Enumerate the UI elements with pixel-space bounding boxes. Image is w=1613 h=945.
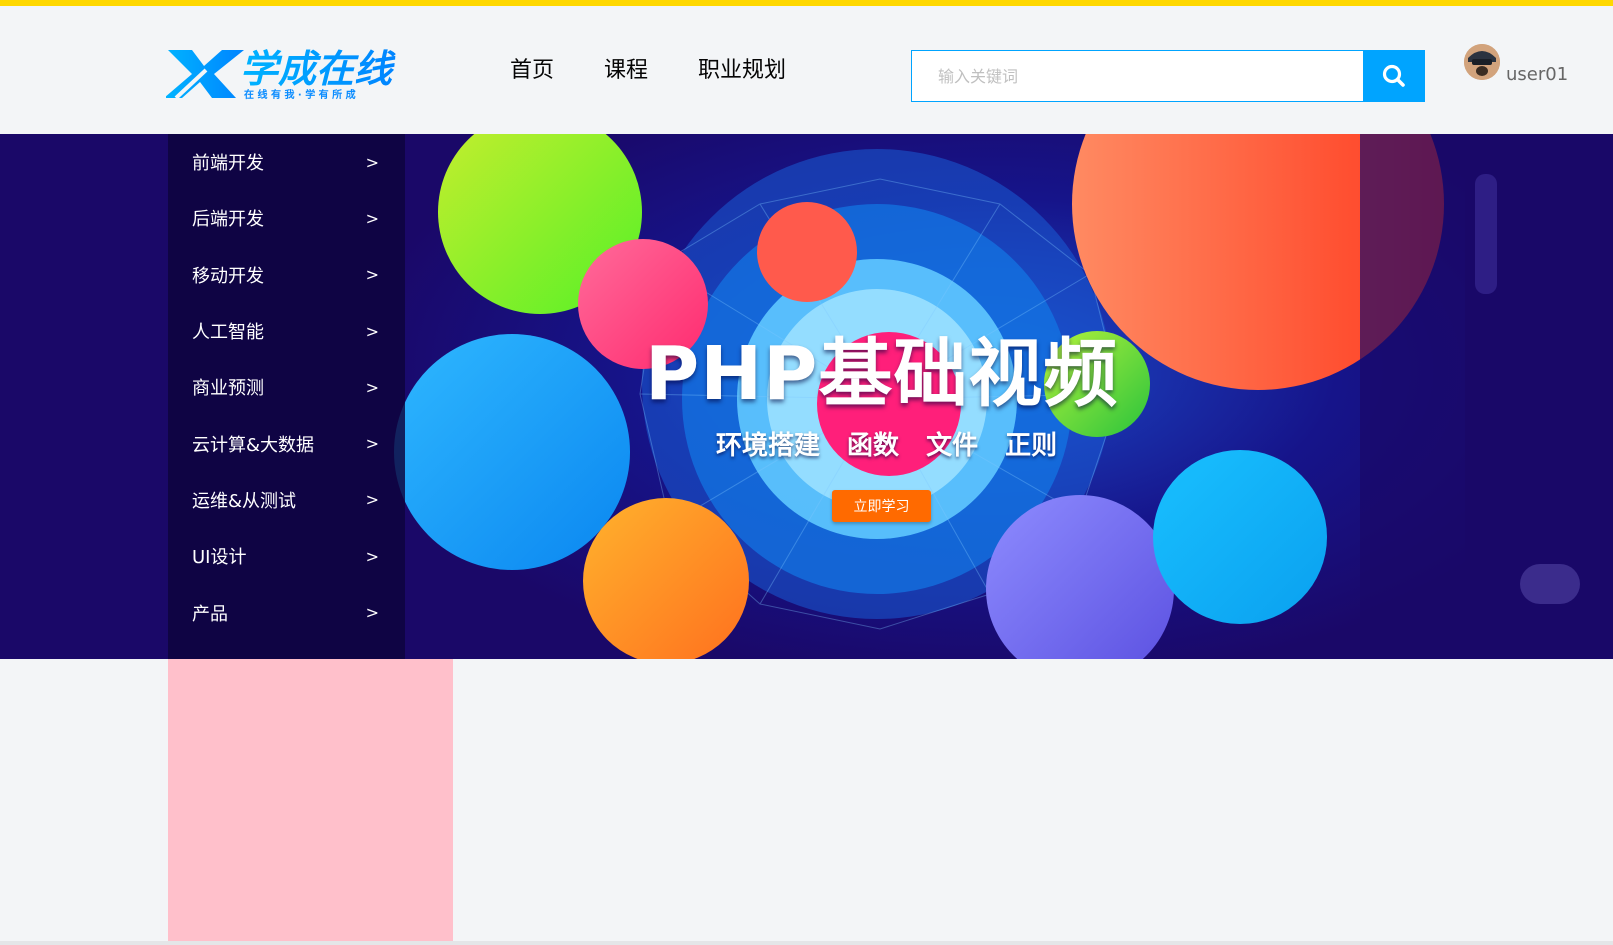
search-bar [911,50,1425,102]
logo-main-text: 学成在线 [240,47,396,91]
banner-subtitle: 环境搭建 函数 文件 正则 [716,431,1058,461]
sidebar-item-frontend[interactable]: 前端开发 > [168,134,405,190]
chevron-right-icon: > [365,265,379,285]
search-icon [1382,64,1405,87]
avatar-icon[interactable] [1464,44,1500,80]
sidebar-item-cloud-bigdata[interactable]: 云计算&大数据 > [168,415,405,471]
category-sidebar: 前端开发 > 后端开发 > 移动开发 > 人工智能 > 商业预测 > 云计算&大数据 > 运… [168,134,405,659]
sidebar-item-business-forecast[interactable]: 商业预测 > [168,359,405,415]
site-header: 学成在线 在 线 有 我 · 学 有 所 成 首页 课程 职业规划 user01 [0,6,1613,134]
site-logo[interactable]: 学成在线 在 线 有 我 · 学 有 所 成 [164,44,411,102]
search-button[interactable] [1363,50,1425,102]
sidebar-item-label: 商业预测 [192,378,264,400]
sidebar-item-ui-design[interactable]: UI设计 > [168,528,405,584]
sidebar-item-label: 移动开发 [192,265,264,287]
logo-graphic: 学成在线 在 线 有 我 · 学 有 所 成 [164,47,396,101]
sidebar-item-label: 后端开发 [192,209,264,231]
chevron-right-icon: > [365,152,379,172]
start-learning-button[interactable]: 立即学习 [832,490,931,522]
logo-slogan-text: 在 线 有 我 · 学 有 所 成 [244,88,356,101]
sidebar-item-label: UI设计 [192,547,247,569]
sidebar-item-backend[interactable]: 后端开发 > [168,190,405,246]
main-nav: 首页 课程 职业规划 [510,54,836,88]
user-menu[interactable]: user01 [1464,44,1568,85]
nav-courses[interactable]: 课程 [604,54,648,88]
user-name[interactable]: user01 [1506,64,1568,86]
sidebar-item-product[interactable]: 产品 > [168,584,405,640]
sidebar-item-label: 前端开发 [192,153,264,175]
banner-title: PHP基础视频 [645,331,1119,417]
sidebar-item-label: 云计算&大数据 [192,434,315,456]
chevron-right-icon: > [365,603,379,623]
chevron-right-icon: > [365,546,379,566]
nav-career-planning[interactable]: 职业规划 [698,54,786,88]
sidebar-item-ops-testing[interactable]: 运维&从测试 > [168,472,405,528]
chevron-right-icon: > [365,490,379,510]
nav-home[interactable]: 首页 [510,54,554,88]
sidebar-item-label: 产品 [192,603,228,625]
content-placeholder-block [168,659,453,945]
chevron-right-icon: > [365,377,379,397]
sidebar-item-ai[interactable]: 人工智能 > [168,303,405,359]
search-input[interactable] [911,50,1364,102]
chevron-right-icon: > [365,321,379,341]
chevron-right-icon: > [365,208,379,228]
hero-banner: 前端开发 > 后端开发 > 移动开发 > 人工智能 > 商业预测 > 云计算&大数据 > 运… [0,134,1613,659]
page-bottom-line [0,941,1613,945]
sidebar-item-label: 运维&从测试 [192,490,297,512]
sidebar-item-mobile[interactable]: 移动开发 > [168,247,405,303]
chevron-right-icon: > [365,434,379,454]
sidebar-item-label: 人工智能 [192,322,264,344]
